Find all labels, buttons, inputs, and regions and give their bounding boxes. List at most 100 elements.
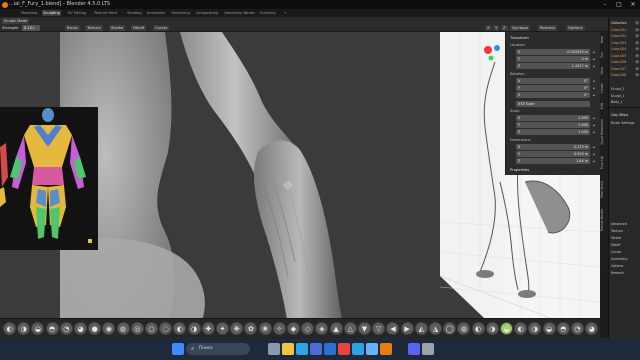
brush-box-hide-icon[interactable]: ◍: [457, 322, 471, 335]
sidebar-tab-edit[interactable]: Edit: [600, 103, 608, 109]
outliner-item[interactable]: Body_1: [611, 100, 623, 104]
brush-flatten-icon[interactable]: ○: [145, 322, 158, 335]
brush-nudge-icon[interactable]: ◆: [287, 322, 300, 335]
lock-icon[interactable]: 🔒︎: [593, 159, 595, 163]
eye-icon[interactable]: 👁︎: [635, 28, 639, 32]
mail-icon[interactable]: [324, 343, 336, 355]
brush-clay-icon[interactable]: ◒: [31, 322, 45, 335]
outliner-item[interactable]: Cube.005: [611, 54, 626, 58]
active-brush-name[interactable]: Clay Strips: [611, 113, 628, 117]
taskbar-search-box[interactable]: ⌕ Поиск: [186, 343, 250, 355]
brush-cloth-icon[interactable]: △: [343, 322, 357, 335]
sidebar-tab-pose-lib[interactable]: Pose Lib: [600, 156, 608, 169]
eye-icon[interactable]: 👁︎: [635, 54, 639, 58]
properties-section-advanced[interactable]: Advanced: [611, 222, 627, 226]
brush-scrape-icon[interactable]: ◐: [173, 322, 187, 335]
dimensions-x-field[interactable]: X 0.273 m: [516, 144, 590, 150]
scale-x-field[interactable]: X 1.000: [516, 115, 590, 121]
outliner-item[interactable]: Cube.006: [611, 60, 626, 64]
dyntopo-menu[interactable]: Dyntopo: [510, 25, 531, 31]
dimensions-y-field[interactable]: Y 0.929 m: [516, 151, 590, 157]
properties-section-options[interactable]: Options: [611, 264, 623, 268]
symmetry-x-toggle[interactable]: X: [485, 25, 492, 31]
symmetry-y-toggle[interactable]: Y: [493, 25, 500, 31]
brush-transform-icon[interactable]: ◕: [585, 322, 599, 335]
transform-header[interactable]: Transform: [510, 35, 529, 40]
sidebar-tab-view[interactable]: View: [600, 67, 608, 75]
properties-subpanel-header[interactable]: Properties: [510, 167, 529, 172]
properties-section-remesh[interactable]: Remesh: [611, 271, 624, 275]
eye-icon[interactable]: 👁︎: [635, 73, 639, 77]
brush-snake-hook-icon[interactable]: ✿: [244, 322, 258, 335]
stroke-menu[interactable]: Stroke: [109, 25, 126, 31]
brush-draw-face-sets-icon[interactable]: ◀: [386, 322, 400, 335]
settings-icon[interactable]: [422, 343, 434, 355]
minimize-icon[interactable]: –: [598, 0, 612, 9]
lock-icon[interactable]: 🔒︎: [593, 93, 595, 97]
brush-edit-face-set-icon[interactable]: ◓: [556, 322, 570, 335]
outliner-item[interactable]: Cube.001: [611, 28, 626, 32]
outliner-item[interactable]: Cube.004: [611, 47, 626, 51]
eye-icon[interactable]: 👁︎: [635, 67, 639, 71]
brush-simplify-icon[interactable]: ▼: [358, 322, 371, 335]
brush-slide-relax-icon[interactable]: ◈: [315, 322, 329, 335]
brush-smear-icon[interactable]: ◮: [429, 322, 442, 335]
telegram-icon[interactable]: [352, 343, 364, 355]
properties-section-texture[interactable]: Texture: [611, 229, 623, 233]
outliner-item[interactable]: Cube.003: [611, 41, 626, 45]
brush-mask-by-color-icon[interactable]: ◔: [571, 322, 584, 335]
sidebar-tab-item[interactable]: Item: [600, 36, 608, 43]
scale-y-field[interactable]: Y 1.000: [516, 122, 590, 128]
properties-section-falloff[interactable]: Falloff: [611, 243, 620, 247]
brush-draw-icon[interactable]: ◐: [3, 322, 16, 335]
location-x-field[interactable]: X -0.002429 m: [516, 49, 590, 55]
lock-icon[interactable]: 🔒︎: [593, 145, 595, 149]
workspace-tab-sculpting[interactable]: Sculpting: [42, 10, 61, 16]
lock-icon[interactable]: 🔒︎: [593, 130, 595, 134]
workspace-tab-scripting[interactable]: Scripting: [259, 10, 277, 16]
brush-blob-icon[interactable]: ◉: [102, 322, 116, 335]
sidebar-tab-real-snow[interactable]: Real Snow: [600, 181, 608, 198]
brush-clay-thumb-icon[interactable]: ◔: [59, 322, 73, 335]
workspace-tab-compositing[interactable]: Compositing: [195, 10, 220, 16]
options-menu[interactable]: Options: [566, 25, 585, 31]
store-icon[interactable]: [310, 343, 322, 355]
workspace-tab-shading[interactable]: Shading: [126, 10, 143, 16]
brush-draw-sharp-icon[interactable]: ◑: [17, 322, 31, 335]
eye-icon[interactable]: 👁︎: [635, 21, 639, 25]
brush-fill-icon[interactable]: ◌: [159, 322, 173, 335]
strength-field[interactable]: 0.151: [22, 25, 40, 31]
properties-section-cursor[interactable]: Cursor: [611, 250, 621, 254]
task-view-icon[interactable]: [268, 343, 280, 355]
brush-multires-displacement-icon[interactable]: ▶: [400, 322, 414, 335]
brush-mask-icon[interactable]: ▽: [372, 322, 386, 335]
workspace-tab-modeling[interactable]: Modeling: [20, 10, 38, 16]
workspace-tab-texture-paint[interactable]: Texture Paint: [93, 10, 118, 16]
lock-icon[interactable]: 🔒︎: [593, 123, 595, 127]
brush-box-trim-icon[interactable]: ◑: [485, 322, 499, 335]
brush-pinch-icon[interactable]: ✚: [201, 322, 215, 335]
brush-menu[interactable]: Brush: [65, 25, 80, 31]
workspace-tab-geometry-nodes[interactable]: Geometry Nodes: [223, 10, 255, 16]
maximize-icon[interactable]: □: [612, 0, 626, 9]
workspace-tab-animation[interactable]: Animation: [146, 10, 166, 16]
brush-thumb-icon[interactable]: ❀: [258, 322, 272, 335]
lock-icon[interactable]: 🔒︎: [593, 79, 595, 83]
lock-icon[interactable]: 🔒︎: [593, 86, 595, 90]
cursor-menu[interactable]: Cursor: [153, 25, 170, 31]
properties-section-symmetry[interactable]: Symmetry: [611, 257, 628, 261]
eye-icon[interactable]: 👁︎: [635, 41, 639, 45]
lock-icon[interactable]: 🔒︎: [593, 116, 595, 120]
outliner-item[interactable]: Collection: [611, 21, 627, 25]
brush-multiplane-scrape-icon[interactable]: ◑: [187, 322, 201, 335]
brush-grab-icon[interactable]: ✦: [216, 322, 229, 335]
sidebar-tab-tool[interactable]: Tool: [600, 52, 608, 58]
brush-mesh-filter-icon[interactable]: ◐: [514, 322, 528, 335]
rotation-x-field[interactable]: X 0°: [516, 78, 590, 84]
brush-elastic-deform-icon[interactable]: ❋: [230, 322, 244, 335]
photos-icon[interactable]: [366, 343, 378, 355]
lock-icon[interactable]: 🔒︎: [593, 64, 595, 68]
outliner-item[interactable]: Cube.008: [611, 73, 626, 77]
outliner-item[interactable]: Sculpt_1: [611, 94, 625, 98]
brush-paint-icon[interactable]: ◭: [414, 322, 428, 335]
